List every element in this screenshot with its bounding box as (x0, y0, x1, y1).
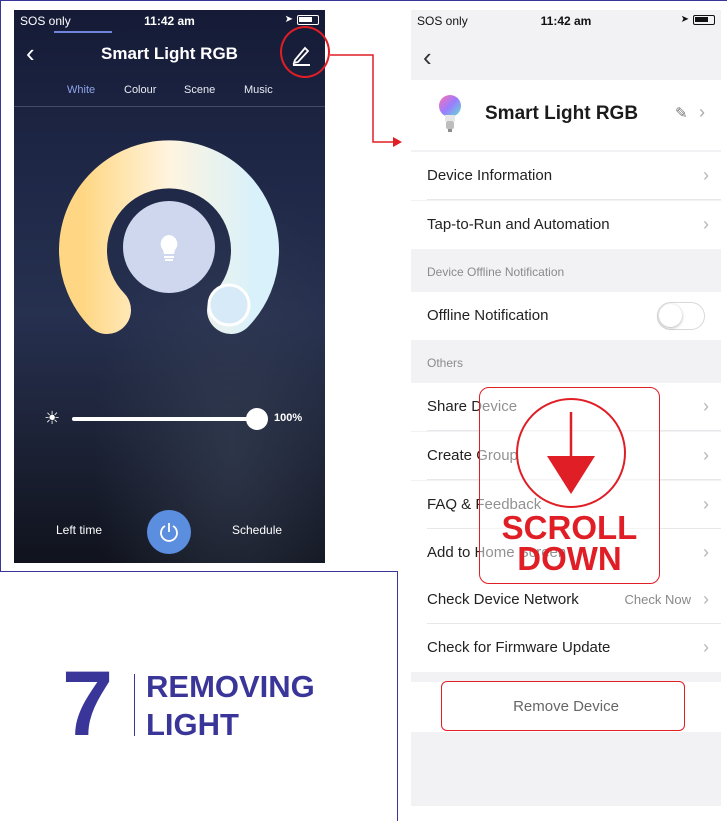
battery-icon (297, 14, 319, 25)
tab-music[interactable]: Music (244, 84, 273, 96)
row-device-information[interactable]: Device Information › (411, 152, 721, 200)
chevron-right-icon: › (703, 589, 709, 609)
frame-line-mid-vertical (397, 571, 398, 821)
status-bar: SOS only 11:42 am ➤ (14, 10, 325, 32)
section-label: Others (427, 356, 464, 370)
row-label: Check for Firmware Update (427, 639, 611, 656)
status-bar: SOS only 11:42 am ➤ (411, 10, 721, 32)
brightness-slider-track[interactable] (72, 417, 258, 421)
check-now-link[interactable]: Check Now (625, 592, 691, 607)
row-label: Offline Notification (427, 307, 549, 324)
device-name: Smart Light RGB (485, 103, 639, 124)
tab-colour[interactable]: Colour (124, 84, 156, 96)
light-control-screen: SOS only 11:42 am ➤ ‹ Smart Light RGB Wh… (14, 10, 325, 563)
scroll-down-text: SCROLL DOWN (480, 509, 659, 577)
step-title-line2: LIGHT (146, 707, 239, 742)
mode-tabs: White Colour Scene Music (14, 82, 325, 106)
page-title: Smart Light RGB (101, 44, 238, 63)
tab-white[interactable]: White (67, 84, 95, 96)
scroll-down-callout: SCROLL DOWN (479, 387, 660, 584)
back-chevron-icon[interactable]: ‹ (423, 42, 432, 73)
edit-highlight-circle (280, 26, 330, 78)
color-temperature-dial[interactable] (44, 125, 294, 360)
step-divider (134, 674, 135, 736)
frame-line-mid-horizontal (0, 571, 398, 572)
location-icon: ➤ (284, 14, 293, 25)
brightness-row: ☀ 100% (14, 408, 325, 430)
chevron-right-icon: › (703, 637, 709, 657)
section-header-others: Others (411, 341, 721, 383)
section-header-offline: Device Offline Notification (411, 250, 721, 292)
bottom-bar: Left time Schedule (14, 510, 325, 554)
chevron-right-icon: › (703, 542, 709, 562)
schedule-button[interactable]: Schedule (232, 523, 282, 537)
status-icons: ➤ (681, 14, 715, 25)
step-title-line1: REMOVING (146, 669, 315, 704)
row-label: Check Device Network (427, 591, 579, 608)
row-offline-notification: Offline Notification (411, 292, 721, 340)
active-tab-indicator (54, 31, 112, 33)
chevron-right-icon: › (699, 102, 705, 122)
scroll-text-line1: SCROLL (501, 509, 638, 546)
power-button[interactable] (147, 510, 191, 554)
section-label: Device Offline Notification (427, 265, 565, 279)
row-firmware-update[interactable]: Check for Firmware Update › (411, 624, 721, 672)
brightness-value: 100% (274, 412, 303, 424)
power-icon (160, 523, 178, 542)
step-number: 7 (62, 653, 113, 755)
chevron-right-icon: › (703, 494, 709, 514)
scroll-down-circle (516, 398, 626, 508)
frame-line-top (0, 0, 727, 1)
clock-label: 11:42 am (540, 14, 592, 28)
clock-label: 11:42 am (144, 14, 195, 28)
chevron-right-icon: › (703, 214, 709, 234)
device-header[interactable]: Smart Light RGB ✎ › (411, 80, 721, 150)
battery-icon (693, 14, 715, 25)
chevron-right-icon: › (703, 445, 709, 465)
remove-device-highlight (441, 681, 685, 731)
rgb-bulb-icon (439, 95, 461, 132)
row-label: Tap-to-Run and Automation (427, 216, 610, 233)
row-tap-to-run[interactable]: Tap-to-Run and Automation › (411, 201, 721, 249)
tabs-divider (14, 106, 325, 107)
offline-notification-toggle[interactable] (657, 302, 705, 330)
step-title: REMOVING LIGHT (146, 668, 315, 744)
arrow-down-icon (547, 412, 595, 494)
row-divider (427, 199, 721, 200)
scroll-text-line2: DOWN (517, 540, 622, 577)
row-label: Device Information (427, 167, 553, 184)
header: ‹ Smart Light RGB (14, 38, 325, 70)
location-icon: ➤ (680, 14, 689, 25)
chevron-right-icon: › (703, 165, 709, 185)
dial-thumb (207, 283, 251, 327)
brightness-sun-icon: ☀ (44, 408, 61, 428)
chevron-right-icon: › (703, 396, 709, 416)
brightness-slider-thumb[interactable] (246, 408, 268, 430)
rename-pencil-icon[interactable]: ✎ (675, 104, 688, 122)
tab-scene[interactable]: Scene (184, 84, 215, 96)
status-icons: ➤ (285, 14, 319, 25)
frame-line-left (0, 0, 1, 572)
left-time-button[interactable]: Left time (56, 523, 102, 537)
